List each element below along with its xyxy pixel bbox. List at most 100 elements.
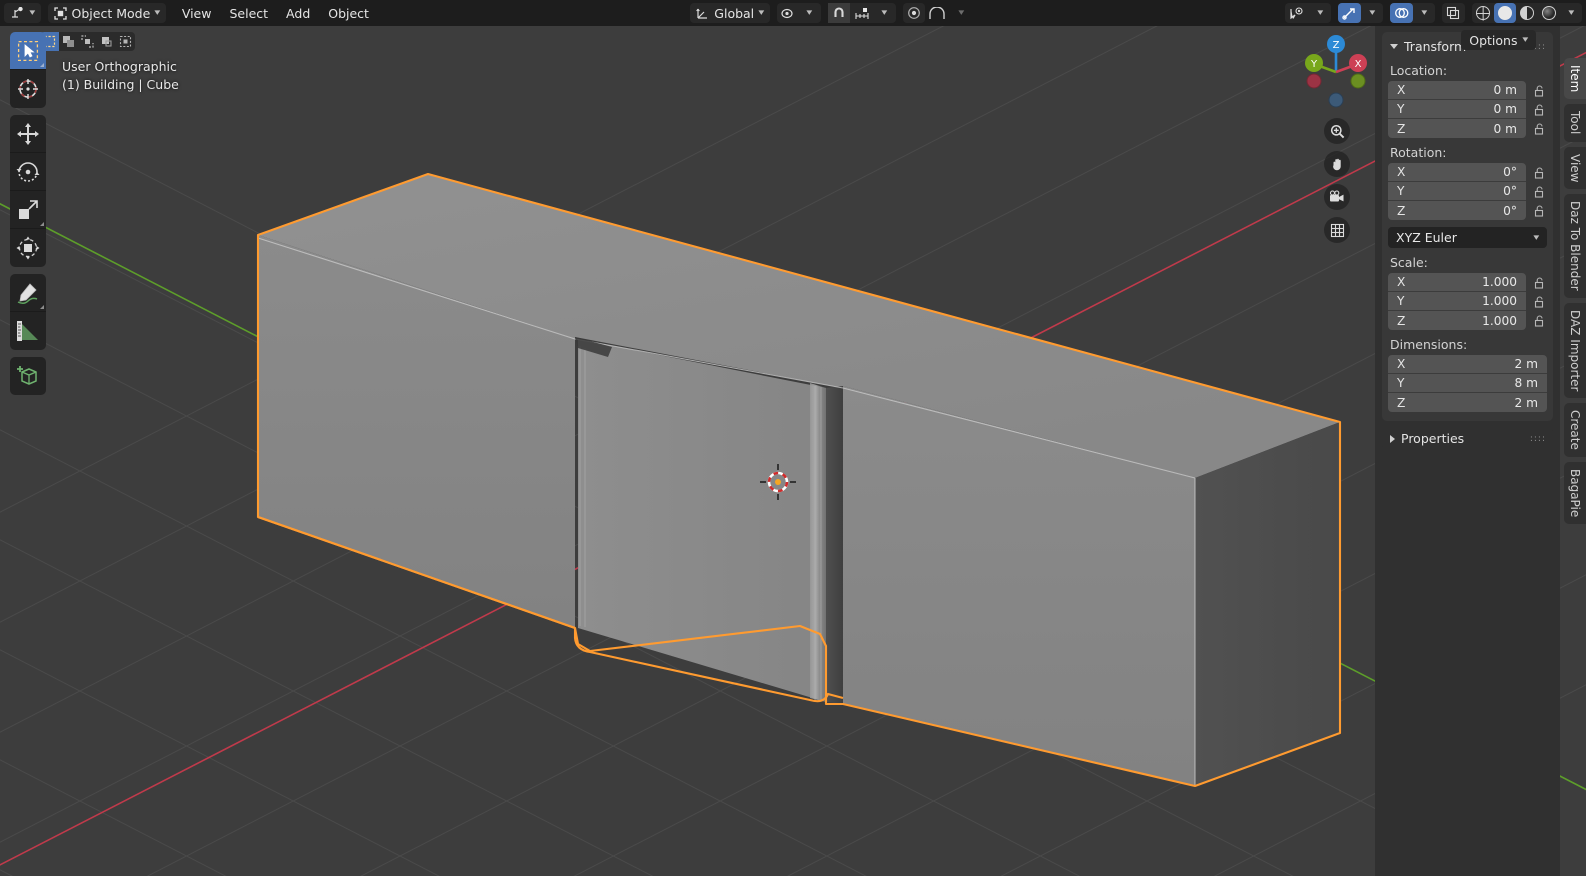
sidebar-tab-tool[interactable]: Tool: [1564, 104, 1586, 142]
location-z-field[interactable]: Z 0 m: [1388, 119, 1526, 138]
lock-location-x-button[interactable]: [1531, 81, 1547, 100]
sidebar-tab-strip[interactable]: Item Tool View Daz To Blender DAZ Import…: [1560, 26, 1586, 876]
rotation-z-field[interactable]: Z 0°: [1388, 201, 1526, 220]
zoom-button[interactable]: [1324, 118, 1350, 144]
visibility-chevron[interactable]: ▾: [1309, 3, 1331, 23]
lock-scale-z-button[interactable]: [1531, 311, 1547, 330]
gizmo-controls[interactable]: ▾: [1338, 3, 1383, 23]
pivot-dropdown-chevron[interactable]: ▾: [799, 3, 821, 23]
pan-button[interactable]: [1324, 151, 1350, 177]
select-mode-circle[interactable]: [97, 32, 116, 51]
shading-chevron[interactable]: ▾: [1560, 3, 1582, 23]
scale-z-field[interactable]: Z 1.000: [1388, 311, 1526, 330]
rotation-x-field[interactable]: X 0°: [1388, 163, 1526, 182]
rotation-mode-dropdown[interactable]: XYZ Euler ▾: [1388, 227, 1547, 248]
move-tool[interactable]: [10, 115, 46, 153]
menu-select[interactable]: Select: [220, 3, 277, 23]
snap-dropdown-chevron[interactable]: ▾: [874, 3, 896, 23]
location-row-group: X 0 m Y 0 m Z 0 m: [1388, 81, 1547, 138]
menu-add[interactable]: Add: [277, 3, 319, 23]
properties-panel-header[interactable]: Properties ::::: [1382, 428, 1553, 449]
rotation-label: Rotation:: [1390, 145, 1447, 160]
viewport-options-button[interactable]: Options ▾: [1461, 30, 1536, 50]
cursor-tool[interactable]: [10, 70, 46, 108]
lock-rotation-z-button[interactable]: [1531, 201, 1547, 220]
interaction-mode-dropdown[interactable]: Object Mode ▾: [47, 3, 166, 23]
pivot-point-dropdown[interactable]: ▾: [776, 3, 821, 23]
select-mode-tweak[interactable]: [59, 32, 78, 51]
gizmo-axis-negative-z[interactable]: [1328, 92, 1344, 108]
location-fields: X 0 m Y 0 m Z 0 m: [1388, 81, 1526, 138]
transform-tool[interactable]: [10, 229, 46, 267]
location-x-field[interactable]: X 0 m: [1388, 81, 1526, 100]
tweak-select-box-tool[interactable]: [10, 32, 46, 70]
shading-material-preview-button[interactable]: [1516, 3, 1538, 23]
scale-y-value: 1.000: [1482, 294, 1517, 308]
lock-rotation-y-button[interactable]: [1531, 182, 1547, 201]
toggle-xray-icon[interactable]: [1442, 3, 1465, 23]
shading-rendered-button[interactable]: [1538, 3, 1560, 23]
sidebar-tab-bagapie[interactable]: BagaPie: [1564, 462, 1586, 525]
sidebar-tab-item[interactable]: Item: [1564, 58, 1586, 100]
dimensions-x-field[interactable]: X 2 m: [1388, 355, 1547, 374]
lock-scale-y-button[interactable]: [1531, 292, 1547, 311]
transform-orientation-dropdown[interactable]: Global ▾: [690, 3, 770, 23]
snap-increment-icon[interactable]: [850, 3, 874, 23]
proportional-editing-icon[interactable]: [903, 3, 925, 23]
select-mode-extend[interactable]: [116, 32, 135, 51]
overlays-chevron[interactable]: ▾: [1413, 3, 1435, 23]
shading-solid-button[interactable]: [1494, 3, 1516, 23]
scale-x-value: 1.000: [1482, 275, 1517, 289]
show-hide-objects-icon[interactable]: [1285, 3, 1309, 23]
sidebar-tab-daz-to-blender[interactable]: Daz To Blender: [1564, 194, 1586, 298]
navigation-gizmo[interactable]: Z Y X: [1294, 30, 1378, 114]
pivot-point-icon[interactable]: [777, 3, 799, 23]
sidebar-tab-view[interactable]: View: [1564, 146, 1586, 190]
location-y-field[interactable]: Y 0 m: [1388, 100, 1526, 119]
gizmo-axis-negative-y[interactable]: [1350, 73, 1366, 89]
dimensions-z-field[interactable]: Z 2 m: [1388, 393, 1547, 412]
sidebar-tab-daz-importer[interactable]: DAZ Importer: [1564, 302, 1586, 399]
falloff-controls[interactable]: ▾: [925, 3, 973, 23]
shading-mode-group[interactable]: ▾: [1472, 3, 1582, 23]
editor-type-button[interactable]: ▾: [4, 3, 41, 23]
rotate-tool[interactable]: [10, 153, 46, 191]
select-mode-lasso[interactable]: [78, 32, 97, 51]
shading-wireframe-button[interactable]: [1472, 3, 1494, 23]
select-mode-group[interactable]: [40, 31, 135, 51]
viewport-nav-buttons[interactable]: [1324, 118, 1350, 243]
toggle-orthographic-button[interactable]: [1324, 217, 1350, 243]
gizmo-axis-negative-x[interactable]: [1306, 73, 1322, 89]
scale-tool[interactable]: [10, 191, 46, 229]
snapping-controls[interactable]: ▾: [827, 3, 896, 23]
falloff-curve-icon[interactable]: [925, 3, 951, 23]
dimensions-y-field[interactable]: Y 8 m: [1388, 374, 1547, 393]
sidebar-tab-create[interactable]: Create: [1564, 403, 1586, 458]
rotation-y-field[interactable]: Y 0°: [1388, 182, 1526, 201]
add-cube-tool[interactable]: [10, 357, 46, 395]
gizmo-chevron[interactable]: ▾: [1361, 3, 1383, 23]
falloff-dropdown-chevron[interactable]: ▾: [951, 3, 973, 23]
gizmo-icon[interactable]: [1338, 3, 1361, 23]
overlays-icon[interactable]: [1390, 3, 1413, 23]
menu-object[interactable]: Object: [319, 3, 378, 23]
lock-location-y-button[interactable]: [1531, 100, 1547, 119]
select-mode-toolbar[interactable]: [40, 30, 135, 52]
toggle-xray-button[interactable]: [1442, 3, 1465, 23]
scale-y-field[interactable]: Y 1.000: [1388, 292, 1526, 311]
proportional-editing-controls[interactable]: [902, 3, 925, 23]
scale-x-field[interactable]: X 1.000: [1388, 273, 1526, 292]
menu-view[interactable]: View: [173, 3, 221, 23]
viewport-toolbar[interactable]: [10, 32, 46, 402]
object-visibility-dropdown[interactable]: ▾: [1285, 3, 1331, 23]
overlays-controls[interactable]: ▾: [1390, 3, 1435, 23]
3d-cursor[interactable]: [760, 464, 796, 500]
lock-rotation-x-button[interactable]: [1531, 163, 1547, 182]
panel-drag-handle[interactable]: ::::: [1530, 434, 1546, 444]
magnet-icon[interactable]: [827, 3, 850, 23]
lock-location-z-button[interactable]: [1531, 119, 1547, 138]
measure-tool[interactable]: [10, 312, 46, 350]
annotate-tool[interactable]: [10, 274, 46, 312]
camera-view-button[interactable]: [1324, 184, 1350, 210]
lock-scale-x-button[interactable]: [1531, 273, 1547, 292]
